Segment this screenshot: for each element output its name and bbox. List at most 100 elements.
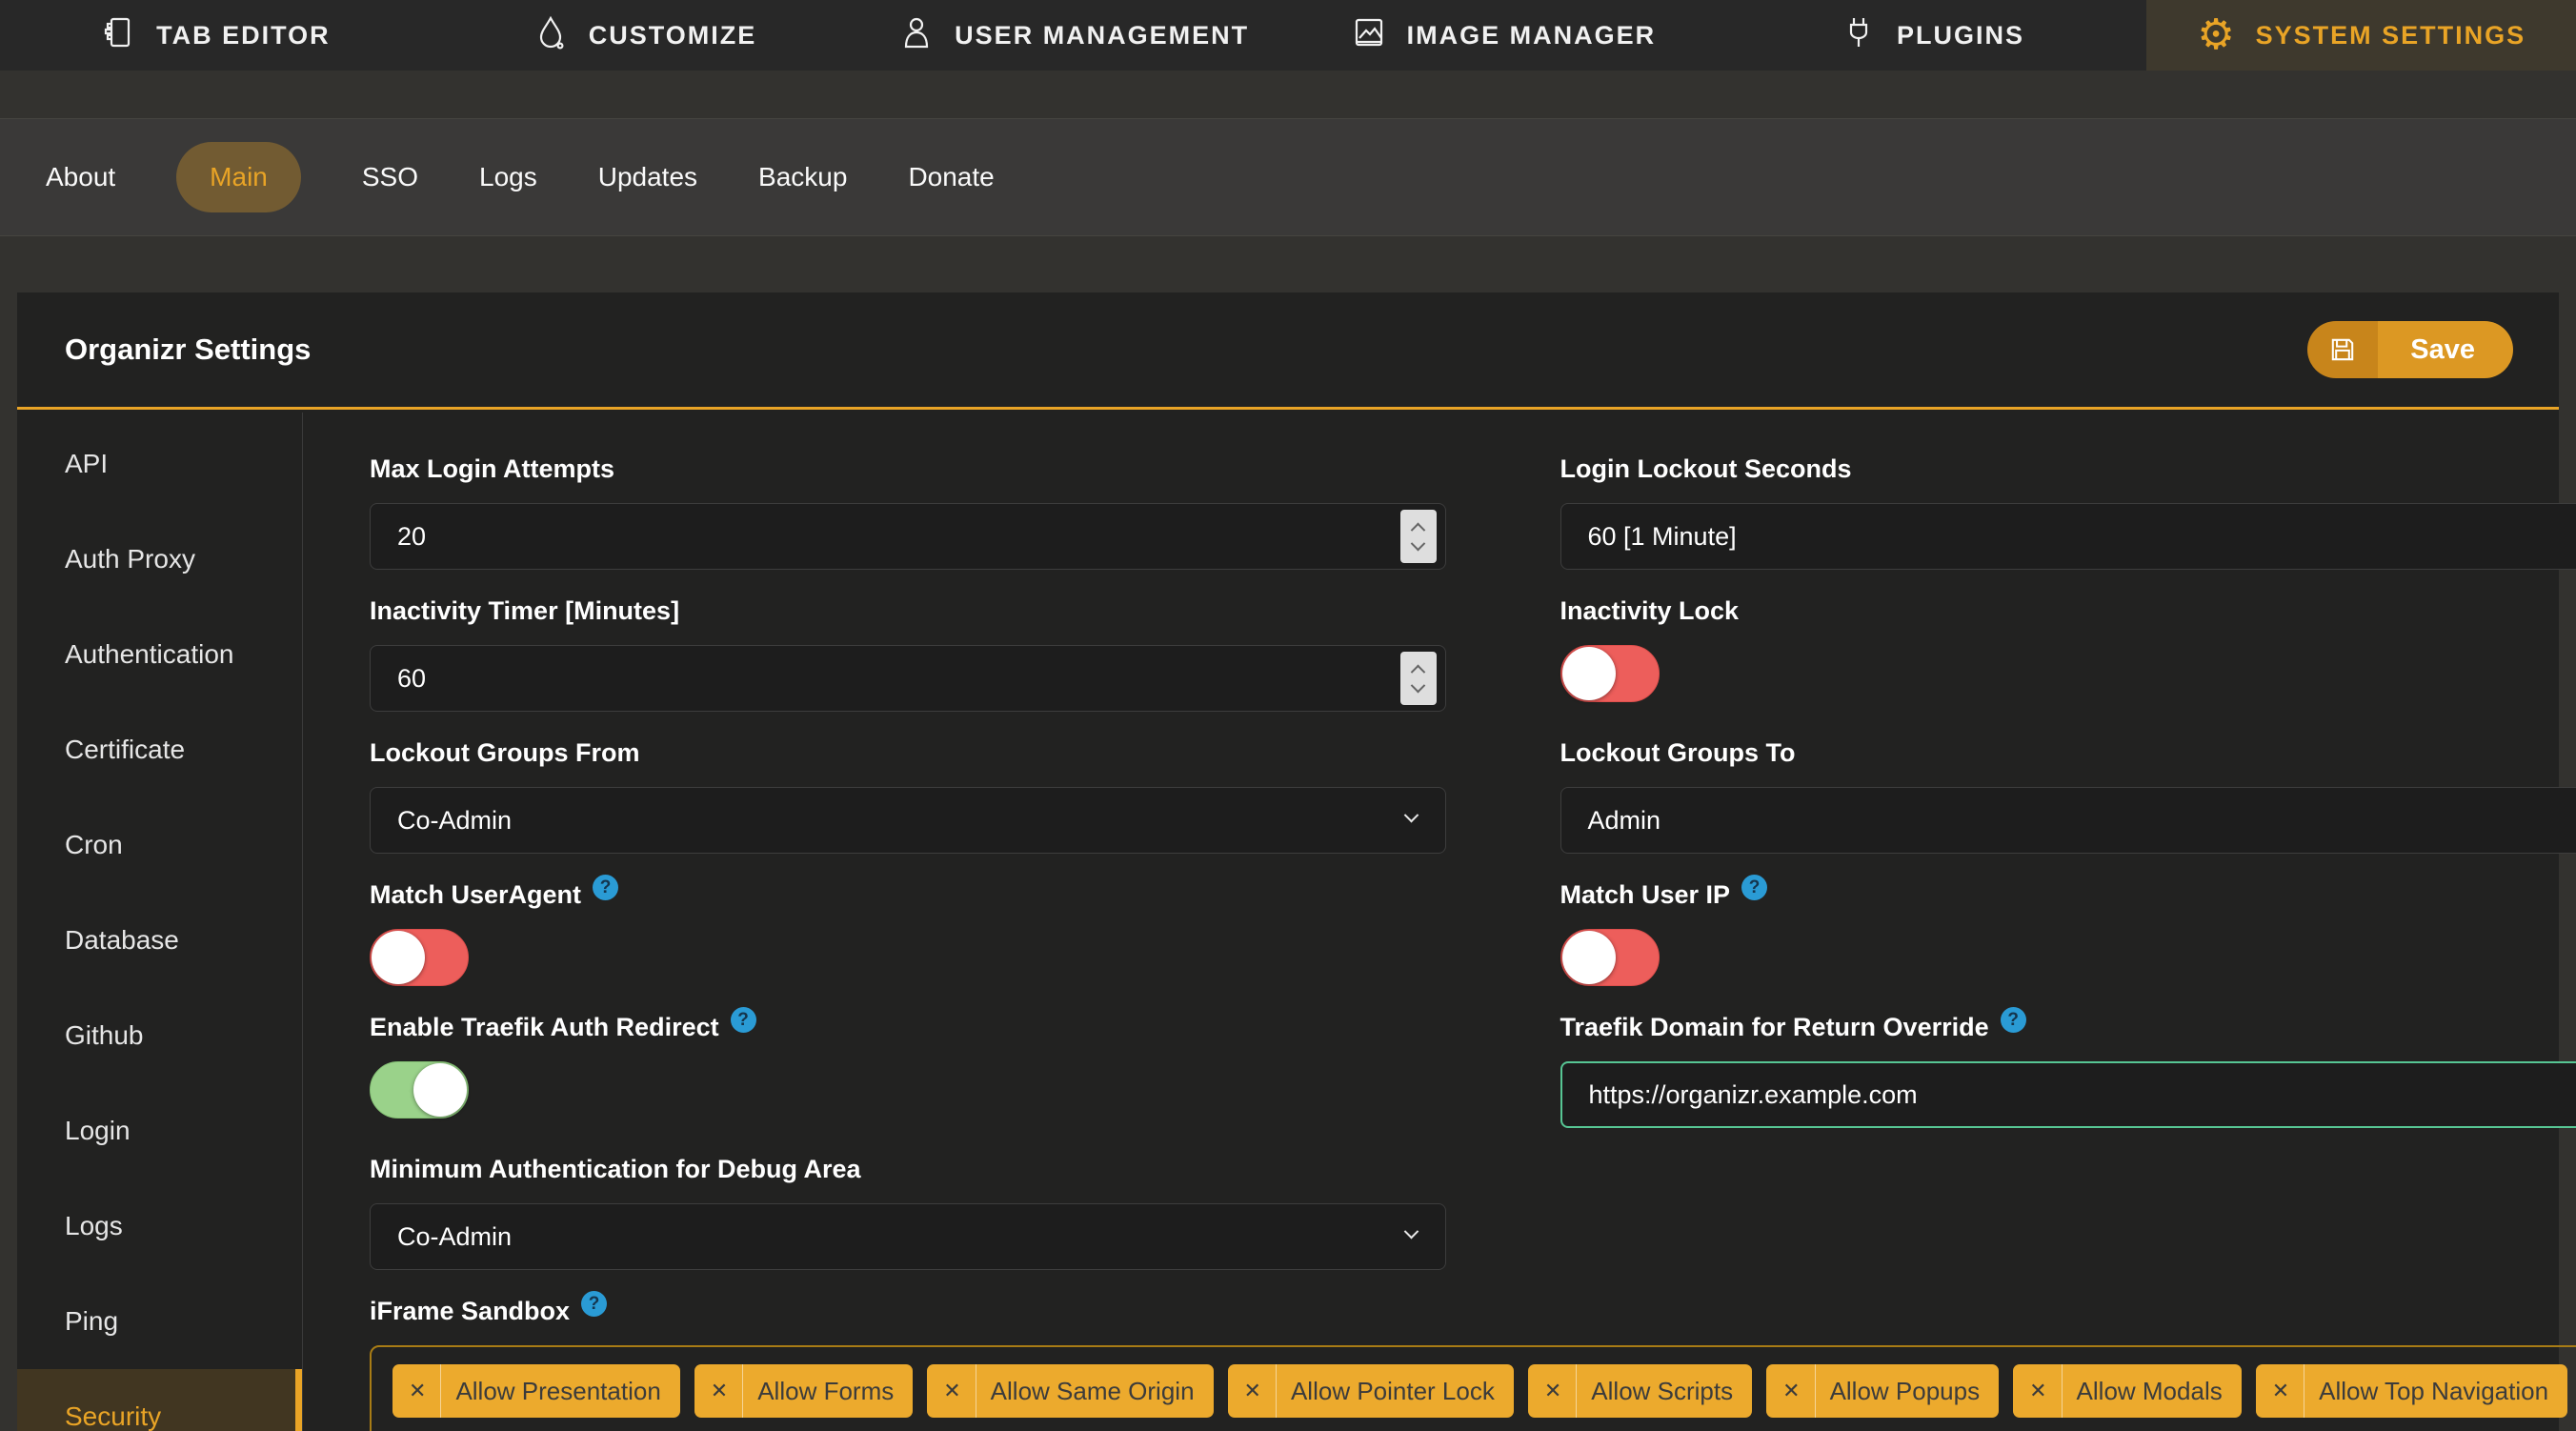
selected-value: Co-Admin [397, 805, 513, 835]
login-lockout-seconds-select[interactable]: 60 [1 Minute] [1560, 503, 2576, 570]
sidebar-item-authentication[interactable]: Authentication [17, 607, 302, 702]
inactivity-lock-toggle[interactable] [1560, 645, 1660, 702]
max-login-attempts-input[interactable] [370, 503, 1446, 570]
sidebar-item-auth-proxy[interactable]: Auth Proxy [17, 512, 302, 607]
settings-card: Organizr Settings Save API Auth Proxy Au… [17, 292, 2576, 1431]
field-login-lockout-seconds: Login Lockout Seconds 60 [1 Minute] [1560, 454, 2576, 570]
remove-tag-icon[interactable] [927, 1364, 976, 1418]
sidebar-item-security[interactable]: Security [17, 1369, 302, 1431]
label-text: Match User IP [1560, 880, 1731, 909]
save-button-label: Save [2378, 321, 2513, 378]
sidebar-item-ping[interactable]: Ping [17, 1274, 302, 1369]
field-enable-traefik-auth-redirect: Enable Traefik Auth Redirect ? [370, 1007, 1446, 1128]
toggle-knob [413, 1063, 467, 1117]
label-text: Enable Traefik Auth Redirect [370, 1013, 719, 1041]
gear-icon: ⚙ [2197, 10, 2237, 59]
chevron-down-icon [1403, 1223, 1419, 1240]
sidebar-item-certificate[interactable]: Certificate [17, 702, 302, 797]
sidebar-item-api[interactable]: API [17, 416, 302, 512]
nav-user-management[interactable]: USER MANAGEMENT [858, 0, 1288, 71]
nav-system-settings[interactable]: ⚙ SYSTEM SETTINGS [2146, 0, 2576, 71]
match-useragent-toggle[interactable] [370, 929, 469, 986]
subnav-updates[interactable]: Updates [598, 162, 697, 192]
save-button[interactable]: Save [2307, 321, 2513, 378]
field-match-useragent: Match UserAgent ? [370, 875, 1446, 986]
card-body: API Auth Proxy Authentication Certificat… [17, 413, 2576, 1431]
sandbox-tag: Allow Popups [1766, 1364, 2000, 1418]
chevron-up-icon[interactable] [1410, 664, 1426, 679]
lockout-groups-from-select[interactable]: Co-Admin [370, 787, 1446, 854]
number-stepper[interactable] [1399, 652, 1437, 705]
remove-tag-icon[interactable] [2256, 1364, 2305, 1418]
sidebar-item-database[interactable]: Database [17, 893, 302, 988]
selected-value: 60 [1 Minute] [1587, 521, 1737, 551]
min-auth-debug-select[interactable]: Co-Admin [370, 1203, 1446, 1270]
help-icon[interactable]: ? [1741, 875, 1768, 900]
subnav-logs[interactable]: Logs [479, 162, 537, 192]
settings-subnav: About Main SSO Logs Updates Backup Donat… [0, 118, 2576, 236]
nav-plugins[interactable]: PLUGINS [1718, 0, 2147, 71]
sandbox-tag: Allow Modals [2013, 1364, 2242, 1418]
help-icon[interactable]: ? [2000, 1007, 2026, 1033]
remove-tag-icon[interactable] [2013, 1364, 2063, 1418]
toggle-knob [1561, 931, 1616, 984]
help-icon[interactable]: ? [593, 875, 619, 900]
floppy-disk-icon [2307, 321, 2379, 378]
field-label: Login Lockout Seconds [1560, 454, 1852, 483]
selected-value: Co-Admin [397, 1221, 513, 1251]
sandbox-tag: Allow Same Origin [927, 1364, 1214, 1418]
remove-tag-icon[interactable] [392, 1364, 442, 1418]
subnav-sso[interactable]: SSO [362, 162, 418, 192]
inactivity-timer-input[interactable] [370, 645, 1446, 712]
user-icon [897, 13, 936, 58]
iframe-sandbox-tags-input[interactable]: Allow Presentation Allow Forms Allow Sam… [370, 1345, 2576, 1431]
label-text: Match UserAgent [370, 880, 582, 909]
field-iframe-sandbox: iFrame Sandbox ? Allow Presentation Allo… [370, 1291, 2576, 1431]
nav-tab-editor[interactable]: TAB EDITOR [0, 0, 430, 71]
help-icon[interactable]: ? [581, 1291, 608, 1317]
sandbox-tag: Allow Forms [694, 1364, 914, 1418]
field-label: Match User IP ? [1560, 875, 2576, 910]
subnav-backup[interactable]: Backup [758, 162, 847, 192]
remove-tag-icon[interactable] [1228, 1364, 1277, 1418]
match-user-ip-toggle[interactable] [1560, 929, 1660, 986]
nav-customize[interactable]: CUSTOMIZE [430, 0, 859, 71]
number-stepper[interactable] [1399, 510, 1437, 563]
nav-label: TAB EDITOR [156, 20, 331, 50]
enable-traefik-auth-redirect-toggle[interactable] [370, 1061, 469, 1119]
help-icon[interactable]: ? [730, 1007, 756, 1033]
field-inactivity-lock: Inactivity Lock [1560, 596, 2576, 712]
field-label: Inactivity Lock [1560, 596, 1740, 625]
toggle-knob [1561, 647, 1616, 700]
subnav-about[interactable]: About [46, 162, 115, 192]
selected-value: Admin [1587, 805, 1661, 835]
organizr-settings-page: TAB EDITOR CUSTOMIZE USER MANAGEMENT IMA… [0, 0, 2576, 1431]
subnav-main[interactable]: Main [176, 142, 301, 212]
nav-label: PLUGINS [1897, 20, 2025, 50]
field-label: iFrame Sandbox ? [370, 1291, 2576, 1326]
security-settings-form: Max Login Attempts Login Lockout Seconds [303, 413, 2576, 1431]
plug-icon [1840, 13, 1878, 58]
sidebar-item-login[interactable]: Login [17, 1083, 302, 1179]
field-label: Traefik Domain for Return Override ? [1560, 1007, 2576, 1042]
field-lockout-groups-from: Lockout Groups From Co-Admin [370, 738, 1446, 854]
chevron-up-icon[interactable] [1410, 522, 1426, 537]
remove-tag-icon[interactable] [1528, 1364, 1578, 1418]
remove-tag-icon[interactable] [1766, 1364, 1816, 1418]
traefik-domain-input[interactable] [1560, 1061, 2576, 1128]
card-header: Organizr Settings Save [17, 292, 2559, 410]
lockout-groups-to-select[interactable]: Admin [1560, 787, 2576, 854]
field-label: Lockout Groups From [370, 738, 640, 767]
nav-label: USER MANAGEMENT [955, 20, 1250, 50]
remove-tag-icon[interactable] [694, 1364, 744, 1418]
page-title: Organizr Settings [65, 333, 312, 366]
nav-image-manager[interactable]: IMAGE MANAGER [1288, 0, 1718, 71]
sidebar-item-cron[interactable]: Cron [17, 797, 302, 893]
sidebar-item-logs[interactable]: Logs [17, 1179, 302, 1274]
field-inactivity-timer: Inactivity Timer [Minutes] [370, 596, 1446, 712]
toggle-knob [372, 931, 425, 984]
chevron-down-icon[interactable] [1410, 535, 1426, 551]
chevron-down-icon[interactable] [1410, 677, 1426, 693]
subnav-donate[interactable]: Donate [908, 162, 994, 192]
sidebar-item-github[interactable]: Github [17, 988, 302, 1083]
